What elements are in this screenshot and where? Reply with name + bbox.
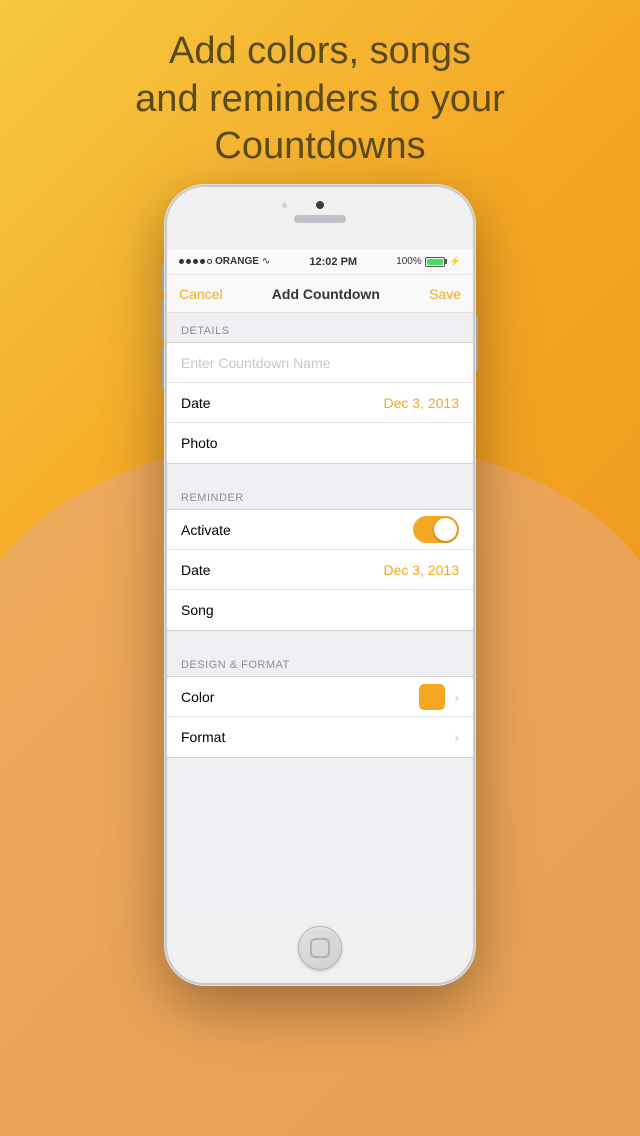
- reminder-date-label: Date: [181, 562, 211, 578]
- home-button[interactable]: [298, 926, 342, 970]
- phone-body: ORANGE ∿ 12:02 PM 100% ⚡ Cancel Add Coun…: [165, 185, 475, 985]
- details-section: DETAILS Enter Countdown Name Date Dec 3,…: [167, 313, 473, 464]
- design-section: DESIGN & FORMAT Color › Format ›: [167, 647, 473, 758]
- color-row[interactable]: Color ›: [167, 677, 473, 717]
- date-label: Date: [181, 395, 211, 411]
- signal-dot-5: [207, 259, 212, 264]
- phone-mockup: ORANGE ∿ 12:02 PM 100% ⚡ Cancel Add Coun…: [165, 185, 475, 985]
- status-left: ORANGE ∿: [179, 256, 270, 267]
- color-row-right: ›: [419, 684, 459, 710]
- design-table: Color › Format ›: [167, 676, 473, 758]
- color-label: Color: [181, 689, 214, 705]
- details-table: Enter Countdown Name Date Dec 3, 2013 Ph…: [167, 342, 473, 464]
- reminder-table: Activate Date Dec 3, 2013 Song: [167, 509, 473, 631]
- carrier-name: ORANGE: [215, 256, 259, 267]
- power-button: [475, 315, 478, 371]
- nav-title: Add Countdown: [272, 286, 380, 302]
- battery-body: [425, 257, 445, 267]
- activate-label: Activate: [181, 522, 231, 538]
- home-icon: [310, 938, 330, 958]
- cancel-button[interactable]: Cancel: [179, 286, 223, 302]
- design-section-header: DESIGN & FORMAT: [167, 647, 473, 676]
- speaker: [294, 215, 346, 223]
- song-label: Song: [181, 602, 214, 618]
- headline-line3: Countdowns: [0, 123, 640, 171]
- sensor-dot: [282, 203, 287, 208]
- status-right: 100% ⚡: [396, 256, 461, 267]
- headline-line2: and reminders to your: [0, 76, 640, 124]
- battery-fill: [427, 259, 443, 265]
- photo-row[interactable]: Photo: [167, 423, 473, 463]
- color-chevron-icon: ›: [454, 689, 459, 705]
- activate-row[interactable]: Activate: [167, 510, 473, 550]
- headline: Add colors, songs and reminders to your …: [0, 28, 640, 171]
- phone-top-bezel: [167, 187, 473, 249]
- date-value: Dec 3, 2013: [384, 395, 460, 411]
- battery-tip: [445, 259, 447, 264]
- reminder-section-header: REMINDER: [167, 480, 473, 509]
- format-label: Format: [181, 729, 225, 745]
- signal-strength: [179, 259, 212, 264]
- signal-dot-4: [200, 259, 205, 264]
- name-placeholder[interactable]: Enter Countdown Name: [181, 355, 330, 371]
- countdown-name-row[interactable]: Enter Countdown Name: [167, 343, 473, 383]
- camera: [316, 201, 324, 209]
- date-row[interactable]: Date Dec 3, 2013: [167, 383, 473, 423]
- reminder-section: REMINDER Activate Date Dec 3, 2013 Song: [167, 480, 473, 631]
- wifi-icon: ∿: [262, 256, 270, 267]
- signal-dot-1: [179, 259, 184, 264]
- signal-dot-2: [186, 259, 191, 264]
- signal-dot-3: [193, 259, 198, 264]
- screen-content: DETAILS Enter Countdown Name Date Dec 3,…: [167, 313, 473, 913]
- format-chevron-icon: ›: [454, 729, 459, 745]
- format-row[interactable]: Format ›: [167, 717, 473, 757]
- toggle-knob: [434, 518, 457, 541]
- charging-icon: ⚡: [450, 256, 461, 267]
- status-bar: ORANGE ∿ 12:02 PM 100% ⚡: [167, 249, 473, 275]
- headline-line1: Add colors, songs: [0, 28, 640, 76]
- battery-percentage: 100%: [396, 256, 422, 267]
- save-button[interactable]: Save: [429, 286, 461, 302]
- reminder-date-value: Dec 3, 2013: [384, 562, 460, 578]
- details-section-header: DETAILS: [167, 313, 473, 342]
- battery-indicator: [425, 257, 447, 267]
- color-swatch[interactable]: [419, 684, 445, 710]
- song-row[interactable]: Song: [167, 590, 473, 630]
- photo-label: Photo: [181, 435, 218, 451]
- phone-bottom-bezel: [167, 913, 473, 983]
- status-time: 12:02 PM: [309, 256, 357, 268]
- reminder-date-row[interactable]: Date Dec 3, 2013: [167, 550, 473, 590]
- navigation-bar: Cancel Add Countdown Save: [167, 275, 473, 313]
- activate-toggle[interactable]: [413, 516, 459, 543]
